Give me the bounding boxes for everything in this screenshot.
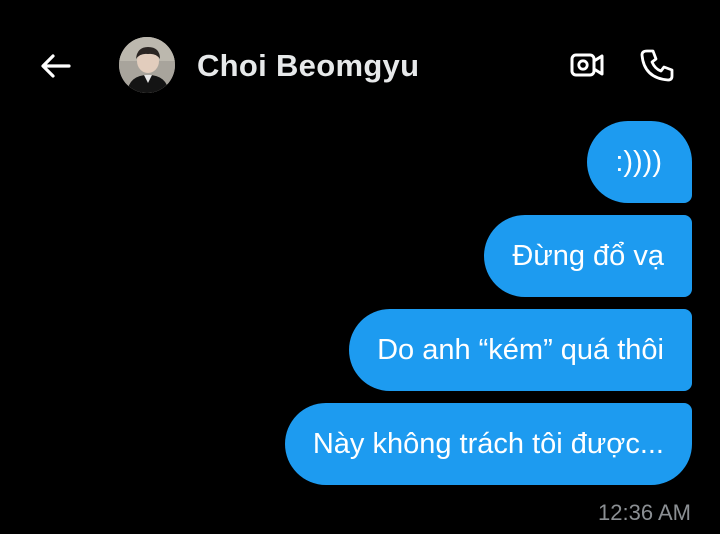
avatar-photo (119, 37, 175, 93)
back-button[interactable] (36, 46, 76, 86)
voice-call-button[interactable] (636, 44, 678, 86)
message-bubble[interactable]: Do anh “kém” quá thôi (349, 309, 692, 391)
message-bubble[interactable]: Này không trách tôi được... (284, 403, 692, 485)
contact-name[interactable]: Choi Beomgyu (197, 48, 419, 84)
video-call-button[interactable] (566, 44, 608, 86)
message-bubble[interactable]: :)))) (587, 121, 692, 203)
message-timestamp: 12:36 AM (598, 500, 691, 525)
contact-avatar[interactable] (119, 37, 175, 93)
message-bubble[interactable]: Đừng đổ vạ (484, 215, 692, 297)
phone-icon (640, 49, 674, 82)
arrow-left-icon (41, 54, 71, 78)
video-camera-icon (570, 53, 604, 77)
conversation-header: Choi Beomgyu (0, 0, 720, 120)
